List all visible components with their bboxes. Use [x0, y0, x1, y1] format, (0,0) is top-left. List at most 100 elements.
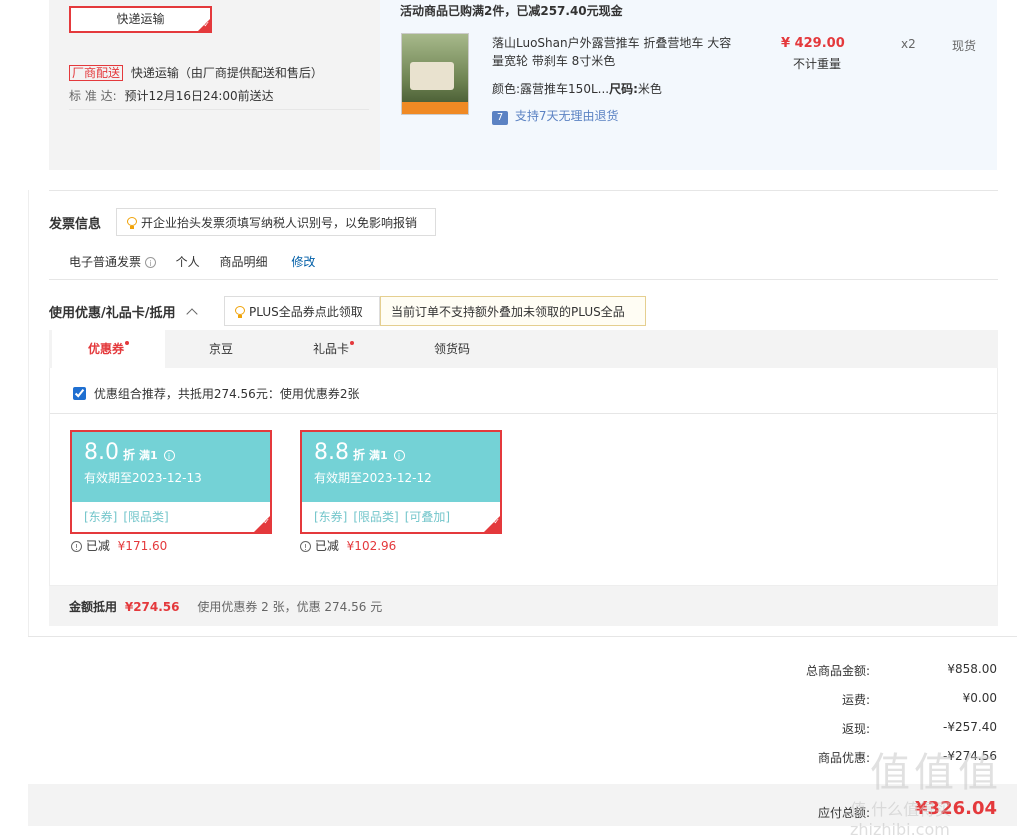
coupon-unit: 折 — [123, 448, 136, 462]
info-icon[interactable]: i — [163, 450, 175, 461]
new-dot-icon — [125, 341, 129, 345]
product-weight: 不计重量 — [793, 57, 842, 71]
tab-giftcard-label: 礼品卡 — [313, 342, 350, 356]
tab-coupon-label: 优惠券 — [87, 342, 124, 356]
cart-shape-icon — [410, 62, 454, 90]
return-text: 支持7天无理由退货 — [514, 109, 619, 123]
selected-check-icon — [198, 19, 210, 31]
plus-notice: 当前订单不支持额外叠加未领取的PLUS全品券 — [380, 296, 646, 349]
product-thumbnail[interactable] — [401, 33, 469, 115]
coupon-tag: [东券] — [84, 510, 118, 524]
saved-amount: ¥171.60 — [117, 539, 168, 553]
coupon-card[interactable]: 8.0 折满1 i 有效期至2023-12-13 [东券] [限品类] — [70, 430, 272, 534]
saved-label: 已减 — [85, 539, 110, 553]
total-value: ¥858.00 — [947, 662, 997, 676]
promo-text: 活动商品已购满2件，已减257.40元现金 — [400, 4, 623, 18]
thumbnail-banner — [402, 102, 468, 114]
spec-size-label: 尺码: — [609, 82, 638, 96]
footer-desc: 使用优惠券 2 张，优惠 274.56 元 — [197, 600, 383, 614]
plus-tip-text: PLUS全品券点此领取 — [249, 305, 363, 319]
combo-recommend: 优惠组合推荐，共抵用274.56元：使用优惠券2张 — [73, 385, 359, 402]
coupon-label: 商品优惠: — [817, 751, 870, 765]
invoice-tip: 开企业抬头发票须填写纳税人识别号，以免影响报销 — [116, 208, 436, 236]
return-badge-icon: 7 — [492, 111, 508, 125]
info-icon[interactable]: i — [144, 257, 156, 268]
plus-coupon-tip[interactable]: PLUS全品券点此领取 — [224, 296, 380, 326]
spec-color-label: 颜色: — [492, 82, 521, 96]
tab-coupon[interactable]: 优惠券 — [52, 330, 165, 368]
info-icon[interactable]: ! — [71, 541, 82, 552]
footer-label: 金额抵用 — [69, 600, 118, 614]
freight-value: ¥0.00 — [962, 691, 997, 705]
invoice-person: 个人 — [175, 255, 200, 269]
coupon-condition: 满1 — [139, 449, 158, 462]
vendor-line: 厂商配送 快递运输（由厂商提供配送和售后） — [69, 64, 323, 81]
invoice-content: 商品明细 — [219, 255, 268, 269]
discount-tabbar — [49, 330, 998, 368]
invoice-details: 电子普通发票 i 个人 商品明细 修改 — [69, 253, 315, 270]
vendor-tag: 厂商配送 — [69, 65, 124, 81]
saved-amount: ¥102.96 — [346, 539, 397, 553]
product-qty: x2 — [901, 37, 916, 51]
discount-footer-text: 金额抵用 ¥274.56 使用优惠券 2 张，优惠 274.56 元 — [69, 598, 382, 615]
coupon-unit: 折 — [353, 448, 366, 462]
tab-giftcard[interactable]: 礼品卡 — [313, 330, 355, 368]
coupon-saved: ! 已减 ¥171.60 — [71, 537, 167, 554]
product-title[interactable]: 落山LuoShan户外露营推车 折叠营地车 大容量宽轮 带刹车 8寸米色 — [492, 34, 732, 70]
main-border-left — [28, 190, 29, 636]
coupon-discount: 8.0 — [84, 440, 119, 465]
lightbulb-icon — [235, 306, 245, 318]
standard-label: 标 准 达: — [69, 89, 117, 103]
spec-size-value: 米色 — [637, 82, 662, 96]
shipping-method-label: 快递运输 — [116, 12, 165, 26]
rebate-value: -¥257.40 — [943, 720, 997, 734]
new-dot-icon — [350, 341, 355, 345]
saved-label: 已减 — [314, 539, 339, 553]
chevron-up-icon — [186, 308, 198, 320]
coupon-card[interactable]: 8.8 折满1 i 有效期至2023-12-12 [东券] [限品类] [可叠加] — [300, 430, 502, 534]
vendor-desc: 快递运输（由厂商提供配送和售后） — [130, 66, 323, 80]
coupon-tag: [限品类] — [353, 510, 399, 524]
section-divider-1 — [49, 190, 998, 191]
tab-pickup-code[interactable]: 领货码 — [434, 330, 470, 368]
spec-color-value: 露营推车150L... — [520, 82, 610, 96]
coupon-tag: [限品类] — [123, 510, 169, 524]
coupon-divider — [50, 413, 997, 414]
main-border-bottom — [28, 636, 1017, 637]
return-policy[interactable]: 7 支持7天无理由退货 — [492, 107, 618, 125]
product-stock: 现货 — [952, 39, 977, 53]
coupon-validity: 有效期至2023-12-13 — [84, 471, 202, 485]
coupon-tag: [东券] — [314, 510, 348, 524]
total-label: 总商品金额: — [805, 664, 870, 678]
coupon-discount: 8.8 — [314, 440, 349, 465]
footer-amount: ¥274.56 — [124, 600, 180, 614]
coupon-header: 8.0 折满1 i 有效期至2023-12-13 — [72, 432, 270, 502]
coupon-header: 8.8 折满1 i 有效期至2023-12-12 — [302, 432, 500, 502]
shipping-method-button[interactable]: 快递运输 — [69, 6, 212, 33]
pay-value: ¥326.04 — [915, 798, 997, 819]
combo-text: 优惠组合推荐，共抵用274.56元：使用优惠券2张 — [93, 387, 360, 401]
invoice-edit-link[interactable]: 修改 — [291, 255, 315, 269]
lightbulb-icon — [127, 217, 137, 229]
discount-title-text: 使用优惠/礼品卡/抵用 — [49, 306, 176, 321]
coupon-tag: [可叠加] — [404, 510, 451, 524]
product-spec: 颜色:露营推车150L...尺码:米色 — [492, 80, 662, 97]
coupon-condition: 满1 — [369, 449, 388, 462]
invoice-type: 电子普通发票 — [69, 255, 142, 269]
standard-value: 预计12月16日24:00前送达 — [124, 89, 274, 103]
standard-delivery: 标 准 达: 预计12月16日24:00前送达 — [69, 87, 274, 104]
info-icon[interactable]: i — [393, 450, 405, 461]
coupon-tags: [东券] [限品类] [可叠加] — [302, 502, 500, 531]
freight-label: 运费: — [841, 693, 870, 707]
shipping-divider — [69, 109, 369, 110]
invoice-tip-text: 开企业抬头发票须填写纳税人识别号，以免影响报销 — [141, 216, 418, 230]
combo-checkbox[interactable] — [73, 387, 86, 400]
discount-title[interactable]: 使用优惠/礼品卡/抵用 — [49, 302, 198, 321]
coupon-saved: ! 已减 ¥102.96 — [300, 537, 396, 554]
info-icon[interactable]: ! — [300, 541, 311, 552]
coupon-tags: [东券] [限品类] — [72, 502, 270, 531]
pay-label: 应付总额: — [817, 806, 870, 820]
product-price: ¥ 429.00 — [781, 36, 845, 51]
tab-jingdou[interactable]: 京豆 — [209, 330, 233, 368]
selected-check-icon — [254, 516, 270, 532]
